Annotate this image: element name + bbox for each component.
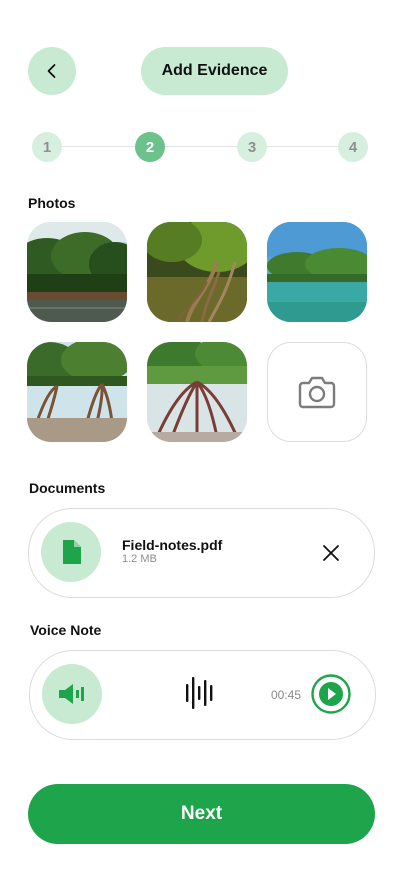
- document-icon: [63, 540, 81, 564]
- photos-label: Photos: [28, 195, 76, 211]
- play-button[interactable]: [311, 674, 351, 714]
- mangrove-photo-1: [27, 222, 127, 322]
- mangrove-photo-3: [267, 222, 367, 322]
- add-photo-button[interactable]: [267, 342, 367, 442]
- document-file-name: Field-notes.pdf: [122, 537, 223, 553]
- waveform-icon: [183, 674, 217, 717]
- speaker-button[interactable]: [42, 664, 102, 724]
- back-button[interactable]: [28, 47, 76, 95]
- voice-note-duration: 00:45: [271, 688, 302, 702]
- speaker-icon: [59, 684, 84, 704]
- close-icon: [323, 545, 339, 561]
- photo-thumbnail[interactable]: [27, 222, 127, 322]
- photo-thumbnail[interactable]: [267, 222, 367, 322]
- play-icon: [311, 674, 351, 714]
- documents-label: Documents: [29, 480, 106, 496]
- step-1[interactable]: 1: [32, 132, 62, 162]
- photo-thumbnail[interactable]: [147, 222, 247, 322]
- voice-note-label: Voice Note: [30, 622, 102, 638]
- remove-document-button[interactable]: [318, 540, 344, 566]
- step-3[interactable]: 3: [237, 132, 267, 162]
- camera-icon: [298, 376, 336, 409]
- mangrove-photo-5: [147, 342, 247, 442]
- stepper-track: [47, 146, 353, 147]
- step-2[interactable]: 2: [135, 132, 165, 162]
- step-4[interactable]: 4: [338, 132, 368, 162]
- page-title: Add Evidence: [141, 47, 288, 95]
- mangrove-photo-2: [147, 222, 247, 322]
- photo-thumbnail[interactable]: [147, 342, 247, 442]
- next-button[interactable]: Next: [28, 784, 375, 844]
- mangrove-photo-4: [27, 342, 127, 442]
- photo-thumbnail[interactable]: [27, 342, 127, 442]
- document-file-size: 1.2 MB: [122, 553, 157, 565]
- document-icon-wrapper: [41, 522, 101, 582]
- chevron-left-icon: [47, 64, 56, 78]
